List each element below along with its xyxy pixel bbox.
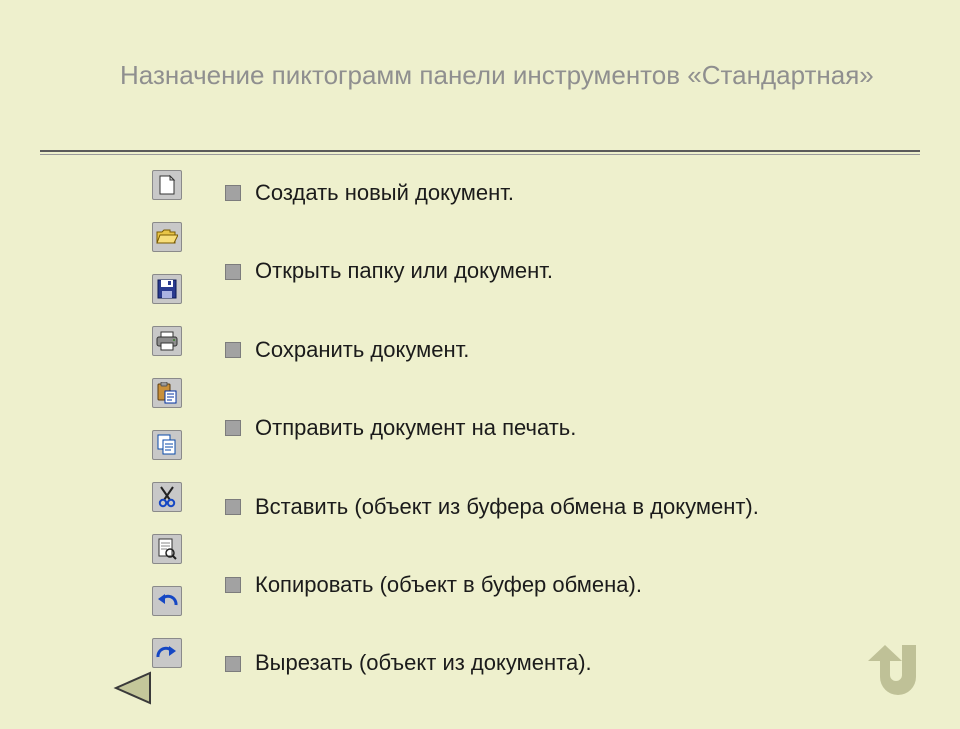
new-file-icon	[152, 170, 182, 200]
list-item: Создать новый документ.	[225, 180, 900, 206]
list-item: Открыть папку или документ.	[225, 258, 900, 284]
undo-icon	[152, 586, 182, 616]
list-item: Вставить (объект из буфера обмена в доку…	[225, 494, 900, 520]
item-text: Вырезать (объект из документа).	[255, 650, 592, 676]
bullet-icon	[225, 264, 241, 280]
item-text: Создать новый документ.	[255, 180, 514, 206]
open-folder-icon	[152, 222, 182, 252]
return-button[interactable]	[862, 631, 932, 706]
list-item: Вырезать (объект из документа).	[225, 650, 900, 676]
paste-clipboard-icon	[152, 378, 182, 408]
print-icon	[152, 326, 182, 356]
description-list: Создать новый документ. Открыть папку ил…	[225, 180, 900, 729]
list-item: Копировать (объект в буфер обмена).	[225, 572, 900, 598]
item-text: Вставить (объект из буфера обмена в доку…	[255, 494, 759, 520]
toolbar-icon-column	[152, 170, 182, 668]
item-text: Отправить документ на печать.	[255, 415, 576, 441]
list-item: Сохранить документ.	[225, 337, 900, 363]
bullet-icon	[225, 342, 241, 358]
save-disk-icon	[152, 274, 182, 304]
item-text: Открыть папку или документ.	[255, 258, 553, 284]
bullet-icon	[225, 185, 241, 201]
item-text: Копировать (объект в буфер обмена).	[255, 572, 642, 598]
cut-scissors-icon	[152, 482, 182, 512]
bullet-icon	[225, 420, 241, 436]
bullet-icon	[225, 499, 241, 515]
bullet-icon	[225, 577, 241, 593]
item-text: Сохранить документ.	[255, 337, 469, 363]
bullet-icon	[225, 656, 241, 672]
slide-title: Назначение пиктограмм панели инструменто…	[120, 60, 920, 91]
horizontal-rule	[40, 150, 920, 152]
print-preview-icon	[152, 534, 182, 564]
prev-slide-button[interactable]	[110, 669, 154, 712]
redo-icon	[152, 638, 182, 668]
copy-icon	[152, 430, 182, 460]
list-item: Отправить документ на печать.	[225, 415, 900, 441]
